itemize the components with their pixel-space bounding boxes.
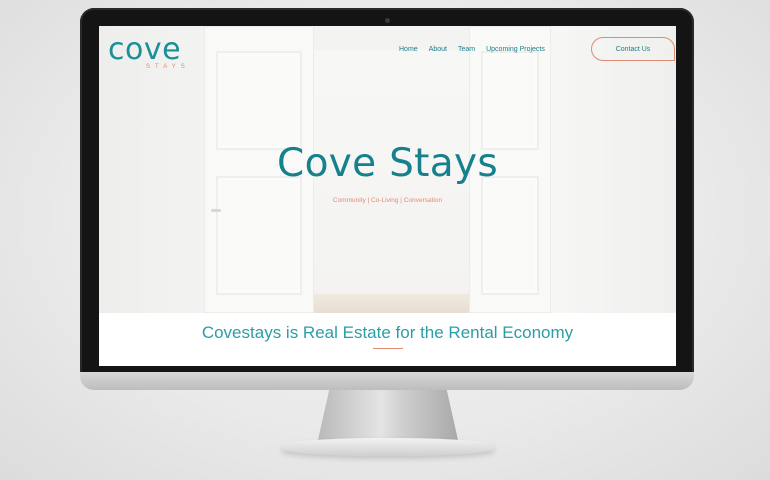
logo-subtitle: STAYS — [146, 64, 190, 70]
nav-about[interactable]: About — [429, 46, 447, 53]
hero-subtitle: Community | Co-Living | Conversation — [332, 197, 443, 204]
nav-team[interactable]: Team — [458, 46, 475, 53]
monitor-chin — [80, 372, 694, 390]
hero-section: cove STAYS Home About Team Upcoming Proj… — [99, 26, 676, 313]
nav-upcoming-projects[interactable]: Upcoming Projects — [486, 46, 545, 53]
monitor-base — [282, 438, 494, 456]
tagline: Covestays is Real Estate for the Rental … — [201, 323, 574, 342]
hero-title: Cove Stays — [277, 141, 498, 186]
contact-us-button[interactable]: Contact Us — [591, 37, 675, 61]
main-nav: Home About Team Upcoming Projects — [399, 46, 556, 53]
camera-icon — [385, 18, 390, 23]
nav-home[interactable]: Home — [399, 46, 418, 53]
site-logo[interactable]: cove STAYS — [108, 34, 198, 74]
divider — [373, 348, 403, 349]
website-screen: cove STAYS Home About Team Upcoming Proj… — [99, 26, 676, 366]
monitor-stand — [318, 390, 458, 440]
logo-wordmark: cove — [108, 32, 182, 67]
